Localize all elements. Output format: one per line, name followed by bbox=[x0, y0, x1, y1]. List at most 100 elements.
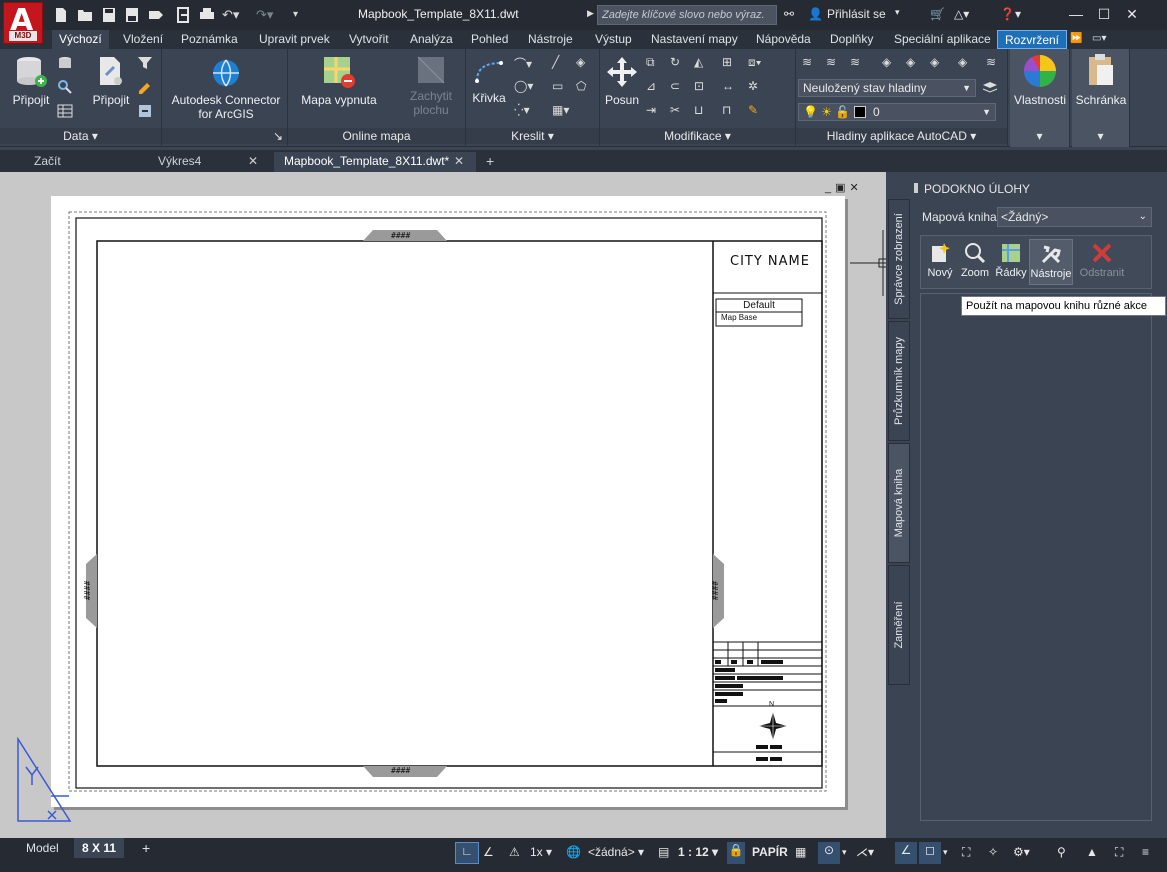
stretch-icon[interactable]: ↔ bbox=[722, 79, 738, 95]
viewport-scale[interactable]: 1 : 12 ▾ bbox=[678, 844, 718, 860]
tab-edit-feature[interactable]: Upravit prvek bbox=[252, 30, 337, 49]
layer-state-dropdown[interactable]: Neuložený stav hladiny ▼ bbox=[798, 79, 976, 97]
move-button[interactable]: Posun bbox=[602, 55, 642, 107]
file-tab-drawing4[interactable]: Výkres4 ✕ bbox=[148, 152, 272, 172]
layer-properties-icon[interactable]: ≋ bbox=[802, 55, 818, 71]
array-icon[interactable]: ⊞ bbox=[722, 55, 738, 71]
viewport-controls[interactable]: _▣✕ bbox=[825, 181, 863, 194]
tab-layout[interactable]: Rozvržení bbox=[997, 30, 1068, 49]
layer-lock-icon[interactable]: ≋ bbox=[986, 55, 1002, 71]
viewport-maximize-icon[interactable]: ∠ bbox=[483, 844, 494, 860]
undo-icon[interactable]: ↶▾ bbox=[222, 7, 239, 23]
redo-icon[interactable]: ↷▾ bbox=[256, 7, 273, 23]
help-icon[interactable]: ❓▾ bbox=[1000, 7, 1021, 21]
maximize-icon[interactable]: ☐ bbox=[1094, 4, 1114, 24]
add-layout-icon[interactable]: + bbox=[134, 838, 158, 858]
lock-icon[interactable]: 🔒 bbox=[727, 842, 745, 864]
ribbon-group-draw-label[interactable]: Kreslit ▾ bbox=[466, 128, 599, 144]
sign-in-link[interactable]: Přihlásit se bbox=[827, 7, 886, 21]
tab-create[interactable]: Vytvořit bbox=[342, 30, 396, 49]
layer-previous-icon[interactable]: ≋ bbox=[850, 55, 866, 71]
arc-icon[interactable]: ⌒▾ bbox=[514, 55, 532, 71]
tab-express[interactable]: Speciální aplikace bbox=[887, 30, 998, 49]
side-tab-display-manager[interactable]: Správce zobrazení bbox=[888, 199, 910, 319]
minimize-icon[interactable]: — bbox=[1066, 4, 1086, 24]
annotation-scale[interactable]: 1x ▾ bbox=[530, 844, 552, 860]
binoculars-icon[interactable]: ⚯ bbox=[784, 7, 794, 21]
paper-space-toggle[interactable]: PAPÍR bbox=[752, 844, 788, 860]
layer-isolate-icon[interactable]: ◈ bbox=[882, 55, 898, 71]
layer-freeze-icon[interactable]: ◈ bbox=[930, 55, 946, 71]
new-mapbook-button[interactable]: Nový bbox=[925, 242, 955, 279]
side-tab-survey[interactable]: Zaměření bbox=[888, 565, 910, 685]
map-off-button[interactable]: Mapa vypnuta bbox=[296, 55, 382, 107]
search-input[interactable]: Zadejte klíčové slovo nebo výraz. bbox=[597, 5, 777, 25]
polygon-icon[interactable]: ◈ bbox=[576, 55, 592, 71]
side-tab-map-explorer[interactable]: Průzkumník mapy bbox=[888, 321, 910, 441]
chevron-down-icon[interactable]: ▾ bbox=[943, 844, 948, 860]
query-icon[interactable] bbox=[57, 79, 73, 95]
grid-icon[interactable]: ▦ bbox=[795, 844, 806, 860]
layer-unisolate-icon[interactable]: ◈ bbox=[906, 55, 922, 71]
save-to-web-icon[interactable] bbox=[176, 7, 190, 23]
edit-data-icon[interactable] bbox=[137, 79, 153, 95]
connect-db-icon[interactable] bbox=[57, 55, 73, 71]
ribbon-group-layers-label[interactable]: Hladiny aplikace AutoCAD ▾ bbox=[796, 128, 1007, 144]
circle-icon[interactable]: ◯▾ bbox=[514, 79, 533, 95]
tab-map-setup[interactable]: Nastavení mapy bbox=[644, 30, 745, 49]
clean-screen-icon[interactable]: ⛶ bbox=[1115, 844, 1123, 860]
trim-icon[interactable]: ⧈▾ bbox=[748, 55, 764, 71]
layer-state-manager-icon[interactable] bbox=[982, 80, 998, 96]
zoom-button[interactable]: Zoom bbox=[959, 242, 991, 279]
polyline-button[interactable]: Křivka bbox=[470, 57, 508, 105]
drawing-canvas[interactable]: _▣✕ CITY NAME Default Map Base N #### ##… bbox=[0, 172, 886, 838]
attach-drawing-button[interactable]: Připojit bbox=[88, 55, 134, 107]
close-icon[interactable]: ✕ bbox=[1122, 4, 1142, 24]
side-tab-map-book[interactable]: Mapová kniha bbox=[888, 443, 910, 563]
rectangle-icon[interactable]: ▭ bbox=[552, 79, 568, 95]
save-icon[interactable] bbox=[102, 7, 116, 23]
mirror2-icon[interactable]: ⊿ bbox=[646, 79, 662, 95]
table-icon[interactable] bbox=[57, 103, 73, 119]
user-icon[interactable]: 👤 bbox=[808, 7, 823, 21]
chevron-down-icon[interactable]: ▾ bbox=[1072, 128, 1129, 144]
plot-icon[interactable] bbox=[199, 7, 215, 23]
tab-output[interactable]: Výstup bbox=[588, 30, 639, 49]
file-tab-mapbook[interactable]: Mapbook_Template_8X11.dwt* ✕ bbox=[274, 152, 476, 172]
ribbon-group-clipboard[interactable]: Schránka ▾ bbox=[1072, 49, 1130, 147]
tab-tools[interactable]: Nástroje bbox=[521, 30, 580, 49]
properties-button[interactable]: Vlastnosti bbox=[1012, 53, 1068, 107]
line-icon[interactable]: ╱ bbox=[552, 55, 568, 71]
polar-tracking-icon[interactable]: ⊙ bbox=[818, 842, 840, 864]
tab-insert[interactable]: Vložení bbox=[116, 30, 170, 49]
object-snap-tracking-icon[interactable]: ∠ bbox=[895, 842, 917, 864]
open-from-web-icon[interactable] bbox=[148, 7, 164, 23]
notification-icon[interactable]: ▲ bbox=[1086, 844, 1098, 860]
globe-icon[interactable]: 🌐 bbox=[566, 844, 581, 860]
attach-button[interactable]: Připojit bbox=[8, 55, 54, 107]
layer-match-icon[interactable]: ≋ bbox=[826, 55, 842, 71]
coordinate-system[interactable]: <žádná> ▾ bbox=[588, 844, 644, 860]
workspace-icon[interactable]: ⚲ bbox=[1057, 844, 1066, 860]
sign-in-dropdown-icon[interactable]: ▾ bbox=[895, 7, 900, 18]
new-file-icon[interactable] bbox=[54, 7, 68, 23]
ribbon-group-data-label[interactable]: Data ▾ bbox=[0, 128, 161, 144]
layout-tab-8x11[interactable]: 8 X 11 bbox=[74, 838, 125, 858]
selection-cycling-icon[interactable]: ⛶ bbox=[962, 844, 970, 860]
close-icon[interactable]: ✕ bbox=[454, 152, 464, 171]
save-as-icon[interactable] bbox=[125, 7, 139, 23]
open-folder-icon[interactable] bbox=[77, 7, 93, 23]
ribbon-group-modify-label[interactable]: Modifikace ▾ bbox=[600, 128, 795, 144]
paper-model-toggle-icon[interactable]: ∟ bbox=[455, 842, 479, 864]
mapbook-tree-area[interactable] bbox=[920, 293, 1152, 821]
filter-icon[interactable] bbox=[137, 55, 153, 71]
tiles-button[interactable]: Řádky bbox=[995, 242, 1027, 279]
new-tab-icon[interactable]: + bbox=[478, 152, 494, 172]
mapbook-select[interactable]: <Žádný> ⌄ bbox=[997, 207, 1152, 227]
tab-analyze[interactable]: Analýza bbox=[403, 30, 460, 49]
search-expand-icon[interactable]: ▶ bbox=[587, 8, 594, 19]
explode-icon[interactable]: ✲ bbox=[748, 79, 764, 95]
app-store-icon[interactable]: 🛒 bbox=[930, 7, 945, 21]
annotation-visibility-icon[interactable]: ⚠ bbox=[509, 844, 520, 860]
delete-button[interactable]: Odstranit bbox=[1077, 242, 1127, 279]
